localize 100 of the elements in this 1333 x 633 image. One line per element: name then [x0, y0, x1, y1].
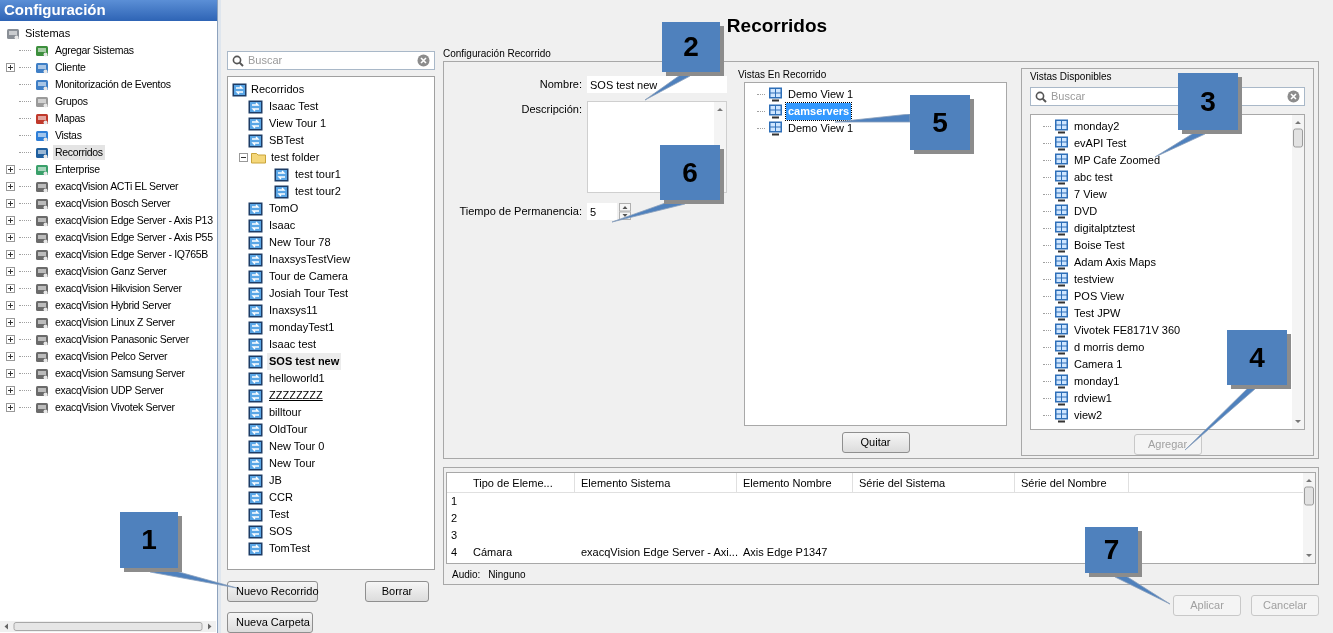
tree-item[interactable]: exacqVision Edge Server - Axis P55 [53, 229, 215, 246]
tree-item[interactable]: Demo View 1 [786, 86, 856, 103]
tree-item[interactable]: Vivotek FE8171V 360 [1072, 322, 1183, 339]
tree-item[interactable]: Monitorización de Eventos [53, 76, 173, 93]
expand-icon[interactable] [6, 403, 15, 412]
collapse-icon[interactable] [239, 153, 248, 162]
tree-item[interactable]: evAPI Test [1072, 135, 1129, 152]
tree-item[interactable]: New Tour [267, 455, 318, 472]
scrollbar[interactable] [0, 621, 216, 632]
tree-item[interactable]: digitalptztest [1072, 220, 1138, 237]
tree-item[interactable]: TomO [267, 200, 301, 217]
tree-item[interactable]: exacqVision Bosch Server [53, 195, 173, 212]
expand-icon[interactable] [6, 386, 15, 395]
tree-item[interactable]: 7 View [1072, 186, 1109, 203]
tree-item[interactable]: Isaac [267, 217, 298, 234]
tree-item[interactable]: exacqVision Linux Z Server [53, 314, 177, 331]
expand-icon[interactable] [6, 318, 15, 327]
clear-icon[interactable] [417, 54, 430, 67]
tree-item[interactable]: Enterprise [53, 161, 102, 178]
column-header[interactable]: Série del Nombre [1015, 473, 1129, 492]
column-header[interactable]: Elemento Sistema [575, 473, 737, 492]
expand-icon[interactable] [6, 369, 15, 378]
tree-item[interactable]: exacqVision UDP Server [53, 382, 166, 399]
tree-item[interactable]: Tour de Camera [267, 268, 350, 285]
expand-icon[interactable] [6, 165, 15, 174]
name-field[interactable]: SOS test new [587, 76, 727, 93]
tree-item[interactable]: Demo View 1 [786, 120, 856, 137]
tree-item[interactable]: Adam Axis Maps [1072, 254, 1158, 271]
button[interactable]: Nuevo Recorrido [227, 581, 318, 602]
tree-item[interactable]: helloworld1 [267, 370, 327, 387]
tree-item[interactable]: CCR [267, 489, 295, 506]
tree-item[interactable]: Boise Test [1072, 237, 1127, 254]
tree-item[interactable]: d morris demo [1072, 339, 1147, 356]
tree-item[interactable]: exacqVision ACTi EL Server [53, 178, 181, 195]
tree-item[interactable]: New Tour 0 [267, 438, 327, 455]
tree-item[interactable]: exacqVision Vivotek Server [53, 399, 177, 416]
tree-item[interactable]: exacqVision Hikvision Server [53, 280, 184, 297]
expand-icon[interactable] [6, 284, 15, 293]
tree-item[interactable]: Test JPW [1072, 305, 1123, 322]
expand-icon[interactable] [6, 250, 15, 259]
tree-item[interactable]: DVD [1072, 203, 1100, 220]
tree-item[interactable]: Sistemas [23, 25, 73, 42]
button[interactable]: Nueva Carpeta [227, 612, 313, 633]
tree-item[interactable]: SBTest [267, 132, 306, 149]
expand-icon[interactable] [6, 301, 15, 310]
tree-item[interactable]: SOS test new [267, 353, 342, 370]
tree-item[interactable]: exacqVision Edge Server - IQ765B [53, 246, 211, 263]
tree-item[interactable]: Inaxsys11 [267, 302, 320, 319]
tree-item[interactable]: rdview1 [1072, 390, 1114, 407]
tree-item[interactable]: test tour1 [293, 166, 343, 183]
scrollbar[interactable] [1303, 473, 1315, 563]
expand-icon[interactable] [6, 199, 15, 208]
expand-icon[interactable] [6, 182, 15, 191]
tree-item[interactable]: exacqVision Edge Server - Axis P13 [53, 212, 215, 229]
tree-item[interactable]: View Tour 1 [267, 115, 329, 132]
tree-item[interactable]: POS View [1072, 288, 1126, 305]
button[interactable]: Borrar [365, 581, 429, 602]
tree-item[interactable]: monday2 [1072, 118, 1122, 135]
scrollbar[interactable] [1292, 115, 1304, 429]
tree-item[interactable]: TomTest [267, 540, 312, 557]
tree-item[interactable]: OldTour [267, 421, 310, 438]
tree-item[interactable]: Agregar Sistemas [53, 42, 136, 59]
tree-item[interactable]: Mapas [53, 110, 87, 127]
tree-item[interactable]: Josiah Tour Test [267, 285, 351, 302]
tree-item[interactable]: monday1 [1072, 373, 1122, 390]
tree-item[interactable]: Vistas [53, 127, 84, 144]
tree-item[interactable]: InaxsysTestView [267, 251, 353, 268]
tree-item[interactable]: mondayTest1 [267, 319, 337, 336]
tree-item[interactable]: New Tour 78 [267, 234, 333, 251]
tree-item[interactable]: Test [267, 506, 292, 523]
tree-item[interactable]: Camera 1 [1072, 356, 1125, 373]
expand-icon[interactable] [6, 216, 15, 225]
expand-icon[interactable] [6, 335, 15, 344]
tree-item[interactable]: Recorridos [53, 144, 105, 161]
tree-item[interactable]: exacqVision Pelco Server [53, 348, 170, 365]
tree-item[interactable]: testview [1072, 271, 1116, 288]
tree-item[interactable]: exacqVision Panasonic Server [53, 331, 191, 348]
tree-item[interactable]: Recorridos [251, 81, 305, 98]
column-header[interactable]: Série del Sistema [853, 473, 1015, 492]
tree-item[interactable]: abc test [1072, 169, 1115, 186]
tree-item[interactable]: exacqVision Ganz Server [53, 263, 169, 280]
expand-icon[interactable] [6, 63, 15, 72]
tree-item[interactable]: Isaac test [267, 336, 319, 353]
tree-item[interactable]: SOS [267, 523, 295, 540]
button[interactable]: Quitar [841, 432, 910, 453]
search-input[interactable]: Buscar [248, 52, 413, 69]
expand-icon[interactable] [6, 267, 15, 276]
column-header[interactable]: Tipo de Eleme... [467, 473, 575, 492]
tree-item[interactable]: exacqVision Hybrid Server [53, 297, 174, 314]
column-header[interactable]: Elemento Nombre [737, 473, 853, 492]
tree-item[interactable]: test tour2 [293, 183, 343, 200]
tree-item[interactable]: Grupos [53, 93, 90, 110]
expand-icon[interactable] [6, 352, 15, 361]
tree-item[interactable]: billtour [267, 404, 304, 421]
tree-item[interactable]: ZZZZZZZZ [267, 387, 325, 404]
tree-item[interactable]: MP Cafe Zoomed [1072, 152, 1162, 169]
tree-item[interactable]: Cliente [53, 59, 88, 76]
search-field[interactable]: Buscar [227, 51, 435, 70]
tree-item[interactable]: view2 [1072, 407, 1105, 424]
expand-icon[interactable] [6, 233, 15, 242]
